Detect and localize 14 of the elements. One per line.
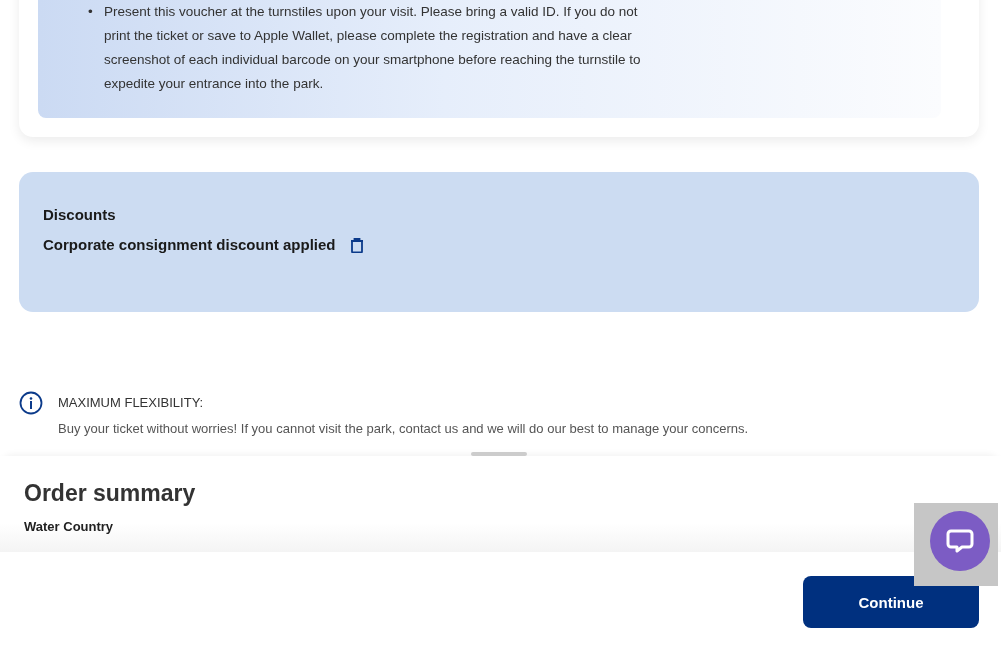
chat-button[interactable] xyxy=(930,511,990,571)
discount-label: Corporate consignment discount applied xyxy=(43,236,336,253)
discounts-title: Discounts xyxy=(43,206,117,223)
chat-widget[interactable] xyxy=(914,503,998,586)
order-summary-title: Order summary xyxy=(24,480,197,507)
flexibility-title: MAXIMUM FLEXIBILITY: xyxy=(58,394,205,412)
info-icon xyxy=(19,391,43,415)
bullet: • xyxy=(88,3,94,21)
voucher-note: Present this voucher at the turnstiles upon your visit. Please bring a valid ID. If you do not print the ticket or save to Apple Wallet, please complete the registration and have a clear screenshot of each individual barcode on your smartphone before reaching the turnstile to expedite your entrance into the park. xyxy=(104,3,642,93)
delete-icon[interactable] xyxy=(349,236,364,253)
continue-button[interactable]: Continue xyxy=(803,576,979,628)
flexibility-text: Buy your ticket without worries! If you cannot visit the park, contact us and we will do our best to manage your concerns. xyxy=(58,421,749,436)
park-name: Water Country xyxy=(24,519,115,534)
drag-handle[interactable] xyxy=(471,452,527,456)
